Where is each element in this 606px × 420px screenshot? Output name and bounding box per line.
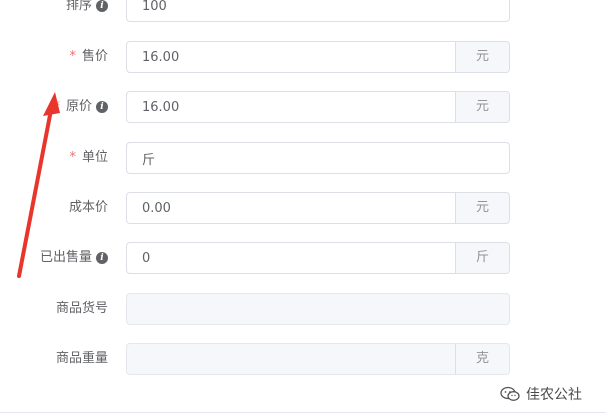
unit-label: * 单位 [69,142,108,174]
weight-field: 克 [126,343,510,375]
price-input[interactable] [127,42,455,72]
required-mark: * [53,99,60,114]
weight-label: 商品重量 [56,343,108,375]
sku-input[interactable] [127,294,509,324]
price-label-text: 售价 [81,49,108,64]
sort-input[interactable] [127,0,509,21]
sku-label: 商品货号 [56,293,108,325]
form-row-price: * 售价 元 [0,41,606,73]
product-form: 排序 i * 售价 元 * 原价 i 元 * 单位 [0,0,606,420]
sold-count-label-text: 已出售量 [39,250,92,265]
sku-label-text: 商品货号 [55,301,108,316]
cost-price-input[interactable] [127,193,455,223]
cost-price-label-text: 成本价 [68,200,108,215]
price-label: * 售价 [69,41,108,73]
sold-count-field: 斤 [126,242,510,274]
sold-count-label: 已出售量 i [40,242,108,274]
form-row-unit: * 单位 [0,142,606,174]
sold-count-unit: 斤 [455,243,509,273]
sort-label: 排序 i [66,0,108,22]
watermark-text: 佳农公社 [526,387,582,403]
cost-price-unit: 元 [455,193,509,223]
original-price-label: * 原价 i [53,91,108,123]
sold-count-input[interactable] [127,243,455,273]
weight-label-text: 商品重量 [55,351,108,366]
price-unit: 元 [455,42,509,72]
required-mark: * [69,150,76,165]
original-price-field: 元 [126,91,510,123]
sku-field [126,293,510,325]
unit-field [126,142,510,174]
info-icon[interactable]: i [96,252,108,264]
form-row-weight: 商品重量 克 [0,343,606,375]
form-row-sku: 商品货号 [0,293,606,325]
info-icon[interactable]: i [96,101,108,113]
form-row-sort: 排序 i [0,0,606,22]
cost-price-label: 成本价 [69,192,108,224]
weight-input[interactable] [127,344,455,374]
watermark: 佳农公社 [500,384,582,404]
form-row-original-price: * 原价 i 元 [0,91,606,123]
sort-field [126,0,510,22]
price-field: 元 [126,41,510,73]
cost-price-field: 元 [126,192,510,224]
form-row-sold-count: 已出售量 i 斤 [0,242,606,274]
unit-input[interactable] [127,143,509,173]
divider [0,412,606,413]
required-mark: * [69,49,76,64]
original-price-unit: 元 [455,92,509,122]
info-icon[interactable]: i [96,0,108,12]
form-row-cost-price: 成本价 元 [0,192,606,224]
sort-label-text: 排序 [65,0,92,13]
original-price-label-text: 原价 [65,99,92,114]
original-price-input[interactable] [127,92,455,122]
weight-unit: 克 [455,344,509,374]
wechat-icon [500,386,520,401]
unit-label-text: 单位 [81,150,108,165]
